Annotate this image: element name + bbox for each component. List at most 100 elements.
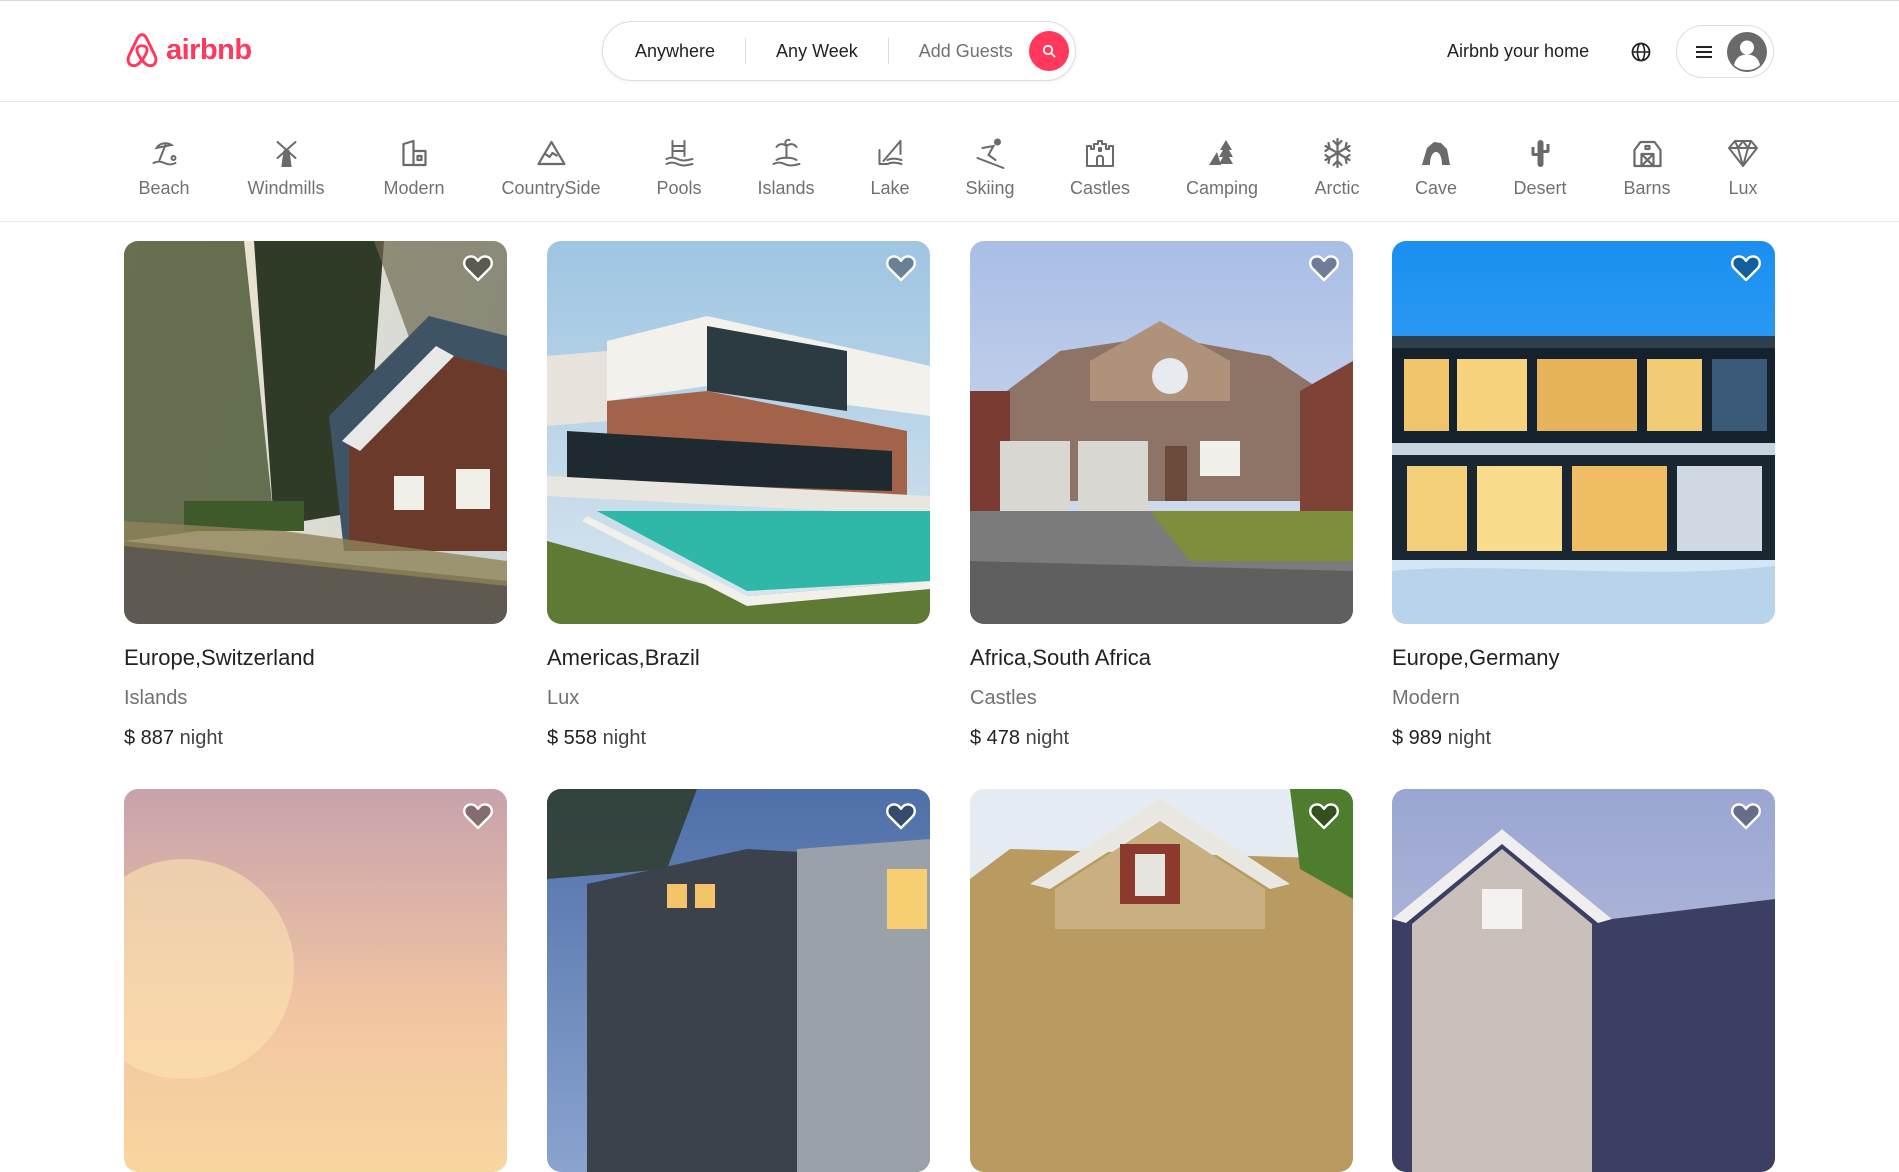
pool-icon [665, 140, 693, 167]
category-label: Camping [1185, 178, 1259, 198]
barn-icon [1632, 140, 1662, 168]
listing-price: $ 558 night [547, 727, 646, 750]
listing-card[interactable] [124, 789, 507, 1172]
listing-card[interactable] [970, 789, 1353, 1172]
category-modern[interactable]: Modern [383, 136, 445, 199]
listing-photo[interactable] [970, 241, 1353, 624]
listing-image [1392, 789, 1775, 1172]
heart-icon[interactable] [1730, 801, 1762, 831]
category-beach[interactable]: Beach [138, 136, 190, 199]
header: airbnb Anywhere Any Week Add Guests Airb… [0, 1, 1899, 102]
avatar-icon [1727, 31, 1767, 72]
category-label: Barns [1623, 178, 1671, 198]
listing-image [124, 789, 507, 1172]
category-cave[interactable]: Cave [1415, 136, 1457, 199]
search-any-week[interactable]: Any Week [746, 41, 888, 62]
category-label: Islands [757, 178, 815, 198]
windmill-icon [275, 141, 296, 167]
category-label: Castles [1069, 178, 1131, 198]
category-camping[interactable]: Camping [1186, 136, 1258, 199]
castle-icon [1086, 140, 1114, 167]
listing-category: Modern [1392, 687, 1460, 709]
cactus-icon [1530, 140, 1549, 167]
search-bar[interactable]: Anywhere Any Week Add Guests [602, 21, 1076, 81]
category-label: Desert [1513, 178, 1567, 198]
heart-icon[interactable] [885, 253, 917, 283]
listing-image [124, 241, 507, 624]
listing-image [1392, 241, 1775, 624]
category-label: Skiing [965, 178, 1015, 198]
listing-category: Islands [124, 687, 188, 709]
heart-icon[interactable] [885, 801, 917, 831]
listing-price: $ 989 night [1392, 727, 1491, 750]
category-bar: Beach Windmills Modern CountrySide Pools… [0, 102, 1899, 222]
category-arctic[interactable]: Arctic [1315, 136, 1360, 199]
category-barns[interactable]: Barns [1623, 136, 1671, 199]
category-label: Modern [383, 178, 445, 198]
heart-icon[interactable] [1730, 253, 1762, 283]
price-value: $ 989 [1392, 727, 1443, 749]
airbnb-logo-icon [126, 33, 158, 68]
logo-text: airbnb [166, 34, 252, 66]
lake-icon [877, 140, 902, 165]
price-value: $ 558 [547, 727, 598, 749]
listing-location: Americas,Brazil [547, 645, 700, 670]
listing-card[interactable] [1392, 789, 1775, 1172]
host-link[interactable]: Airbnb your home [1447, 41, 1589, 62]
heart-icon[interactable] [1308, 253, 1340, 283]
listing-photo[interactable] [1392, 789, 1775, 1172]
category-label: Lake [870, 178, 910, 198]
heart-icon[interactable] [462, 253, 494, 283]
category-label: Arctic [1314, 178, 1360, 198]
listing-photo[interactable] [547, 789, 930, 1172]
listing-photo[interactable] [124, 789, 507, 1172]
listing-card[interactable]: Europe,Switzerland Islands $ 887 night [124, 241, 507, 749]
category-skiing[interactable]: Skiing [965, 136, 1015, 199]
listing-card[interactable] [547, 789, 930, 1172]
price-value: $ 887 [124, 727, 175, 749]
category-label: Pools [656, 178, 702, 198]
category-pools[interactable]: Pools [656, 136, 702, 199]
listing-card[interactable]: Europe,Germany Modern $ 989 night [1392, 241, 1775, 749]
listing-card[interactable]: Africa,South Africa Castles $ 478 night [970, 241, 1353, 749]
diamond-icon [1728, 140, 1758, 167]
listing-photo[interactable] [124, 241, 507, 624]
search-anywhere[interactable]: Anywhere [603, 41, 745, 62]
price-value: $ 478 [970, 727, 1021, 749]
category-lux[interactable]: Lux [1726, 136, 1760, 199]
category-castles[interactable]: Castles [1070, 136, 1130, 199]
category-label: Lux [1728, 178, 1758, 198]
listing-photo[interactable] [970, 789, 1353, 1172]
camping-icon [1208, 140, 1233, 165]
price-unit: night [1447, 727, 1491, 749]
listing-location: Europe,Germany [1392, 645, 1560, 670]
user-menu-button[interactable] [1676, 25, 1774, 78]
heart-icon[interactable] [462, 801, 494, 831]
price-unit: night [179, 727, 223, 749]
search-button[interactable] [1028, 31, 1069, 71]
listing-photo[interactable] [1392, 241, 1775, 624]
beach-icon [151, 142, 176, 166]
menu-icon [1696, 45, 1712, 58]
modern-icon [401, 139, 427, 167]
category-windmills[interactable]: Windmills [247, 136, 325, 199]
island-icon [771, 138, 800, 167]
listing-image [970, 241, 1353, 624]
listing-photo[interactable] [547, 241, 930, 624]
cave-icon [1422, 142, 1450, 165]
category-desert[interactable]: Desert [1513, 136, 1567, 199]
listing-card[interactable]: Americas,Brazil Lux $ 558 night [547, 241, 930, 749]
category-label: Beach [138, 178, 190, 198]
listing-location: Africa,South Africa [970, 645, 1151, 670]
listing-price: $ 478 night [970, 727, 1069, 750]
price-unit: night [602, 727, 646, 749]
heart-icon[interactable] [1308, 801, 1340, 831]
category-islands[interactable]: Islands [757, 136, 815, 199]
search-add-guests[interactable]: Add Guests [889, 41, 1029, 62]
logo[interactable]: airbnb [124, 31, 252, 70]
category-lake[interactable]: Lake [870, 136, 910, 199]
listing-location: Europe,Switzerland [124, 645, 315, 670]
globe-icon[interactable] [1630, 41, 1652, 63]
category-countryside[interactable]: CountrySide [501, 136, 601, 199]
listing-category: Lux [547, 687, 580, 709]
